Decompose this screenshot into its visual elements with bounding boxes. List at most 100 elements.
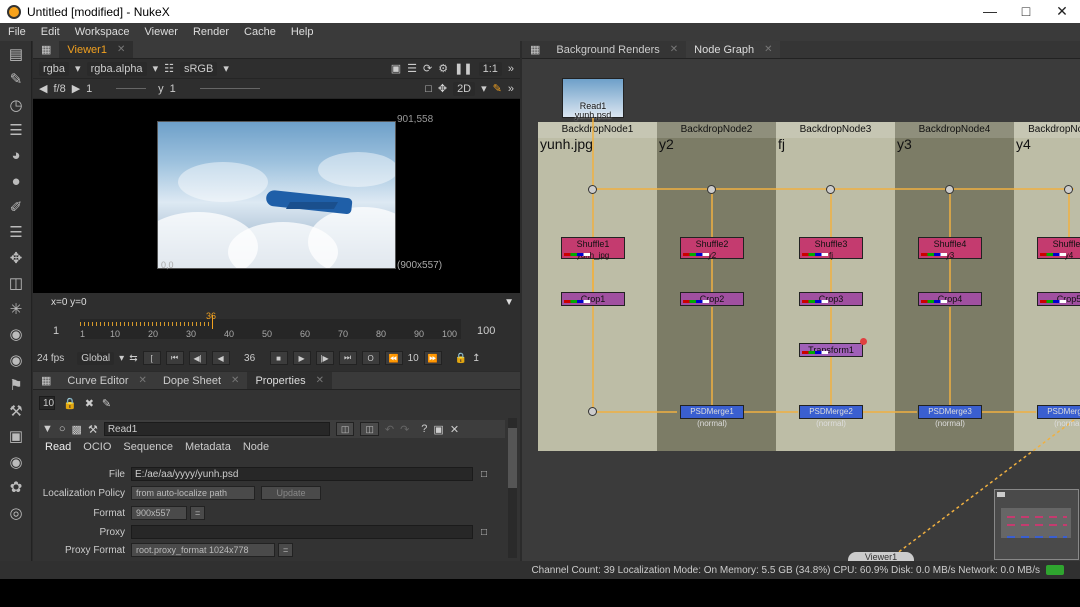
draw-tools-icon[interactable]: ✎ bbox=[0, 67, 32, 93]
tab-properties[interactable]: Properties ✕ bbox=[247, 372, 332, 389]
expand-icon[interactable]: » bbox=[508, 63, 514, 75]
plugins-tools-icon[interactable]: ◎ bbox=[0, 500, 32, 526]
info-dropdown-icon[interactable]: ▼ bbox=[504, 297, 514, 308]
menu-edit[interactable]: Edit bbox=[33, 26, 67, 38]
clear-panels-icon[interactable]: ✖ bbox=[85, 397, 94, 410]
tab-dope-sheet[interactable]: Dope Sheet ✕ bbox=[155, 372, 248, 389]
dot-node[interactable] bbox=[707, 185, 716, 194]
color-tools-icon[interactable]: ◕ bbox=[0, 143, 32, 169]
folder-icon[interactable]: □ bbox=[481, 527, 487, 538]
other-tools-icon[interactable]: ▣ bbox=[0, 424, 32, 450]
gamma-value[interactable]: 1 bbox=[170, 83, 194, 95]
close-panel-icon[interactable]: ✕ bbox=[450, 423, 459, 436]
dot-node[interactable] bbox=[826, 185, 835, 194]
close-tab-icon[interactable]: ✕ bbox=[139, 375, 147, 386]
last-frame-icon[interactable]: ⏭ bbox=[338, 351, 357, 365]
localization-dropdown[interactable]: from auto-localize path bbox=[131, 486, 255, 500]
shuffle-node[interactable]: Shuffle5 y4 bbox=[1037, 237, 1080, 260]
proxy-path-field[interactable] bbox=[131, 525, 473, 539]
transform-handle-icon[interactable]: ✥ bbox=[438, 82, 447, 95]
color-icon[interactable]: ◫ bbox=[360, 422, 379, 436]
help-node-icon[interactable]: ○ bbox=[59, 423, 66, 435]
frame-field[interactable]: 36 bbox=[235, 353, 265, 364]
crop-node[interactable]: Crop3 bbox=[799, 292, 863, 306]
close-tab-icon[interactable]: ✕ bbox=[764, 44, 772, 55]
psdmerge-node[interactable]: PSDMerge1 (normal) bbox=[680, 405, 744, 428]
fps-field[interactable]: 24 fps bbox=[37, 353, 64, 364]
pane-menu-icon[interactable]: ▦ bbox=[522, 41, 548, 58]
help-icon[interactable]: ? bbox=[421, 423, 427, 435]
redo-icon[interactable]: ↷ bbox=[400, 423, 409, 436]
collapse-icon[interactable]: ▼ bbox=[42, 423, 53, 435]
shuffle-node[interactable]: Shuffle2 y2 bbox=[680, 237, 744, 260]
proxy-format-dropdown[interactable]: root.proxy_format 1024x778 bbox=[131, 543, 275, 557]
minimize-icon[interactable]: — bbox=[972, 3, 1008, 20]
out-point-icon[interactable]: O bbox=[361, 351, 380, 365]
deep-tools-icon[interactable]: ◉ bbox=[0, 322, 32, 348]
dot-node[interactable] bbox=[588, 185, 597, 194]
float-icon[interactable]: ▣ bbox=[433, 423, 443, 436]
refresh-icon[interactable]: ⟳ bbox=[423, 62, 432, 75]
first-frame-icon[interactable]: ⏮ bbox=[165, 351, 184, 365]
tab-viewer1[interactable]: Viewer1 ✕ bbox=[59, 41, 134, 58]
close-icon[interactable]: ✕ bbox=[1044, 3, 1080, 20]
crop-node[interactable]: Crop2 bbox=[680, 292, 744, 306]
menu-viewer[interactable]: Viewer bbox=[137, 26, 185, 38]
menu-file[interactable]: File bbox=[0, 26, 33, 38]
menu-cache[interactable]: Cache bbox=[236, 26, 283, 38]
edit-icon[interactable]: ✎ bbox=[102, 397, 111, 410]
file-path-field[interactable]: E:/ae/aa/yyyy/yunh.psd bbox=[131, 467, 473, 481]
loop-icon[interactable]: ⇆ bbox=[129, 353, 137, 364]
furnace-tools-icon[interactable]: ◉ bbox=[0, 449, 32, 475]
prev-keyframe-icon[interactable]: ◀| bbox=[188, 351, 207, 365]
skip-back-icon[interactable]: ⏪ bbox=[384, 351, 403, 365]
pane-menu-icon[interactable]: ▦ bbox=[33, 372, 59, 389]
maximize-icon[interactable]: □ bbox=[1008, 3, 1044, 20]
tab-metadata[interactable]: Metadata bbox=[185, 441, 231, 453]
next-keyframe-icon[interactable]: |▶ bbox=[315, 351, 334, 365]
shuffle-node[interactable]: Shuffle4 y3 bbox=[918, 237, 982, 260]
gamma-slider[interactable] bbox=[199, 88, 260, 89]
properties-scrollbar[interactable] bbox=[508, 418, 517, 558]
pause-icon[interactable]: ❚❚ bbox=[454, 62, 472, 75]
tab-read[interactable]: Read bbox=[45, 441, 71, 453]
fstop-left-icon[interactable]: ◀ bbox=[39, 82, 47, 95]
export-icon[interactable]: ↥ bbox=[472, 353, 480, 364]
tab-curve-editor[interactable]: Curve Editor ✕ bbox=[59, 372, 155, 389]
gain-slider[interactable] bbox=[116, 88, 147, 89]
settings-icon[interactable]: ⚙ bbox=[438, 62, 448, 75]
psdmerge-node[interactable]: PSDMerge3 (normal) bbox=[918, 405, 982, 428]
close-tab-icon[interactable]: ✕ bbox=[231, 375, 239, 386]
fstop-right-icon[interactable]: ▶ bbox=[72, 82, 80, 95]
particles-tools-icon[interactable]: ✳ bbox=[0, 296, 32, 322]
colorspace-dropdown[interactable]: sRGB bbox=[179, 61, 218, 76]
tab-node[interactable]: Node bbox=[243, 441, 269, 453]
image-tools-icon[interactable]: ▤ bbox=[0, 41, 32, 67]
3d-tools-icon[interactable]: ◫ bbox=[0, 271, 32, 297]
tab-background-renders[interactable]: Background Renders ✕ bbox=[548, 41, 686, 58]
shuffle-node[interactable]: Shuffle3 fj bbox=[799, 237, 863, 260]
close-tab-icon[interactable]: ✕ bbox=[316, 375, 324, 386]
close-tab-icon[interactable]: ✕ bbox=[117, 44, 125, 55]
psdmerge-node[interactable]: PSDMerge4 (normal) bbox=[1037, 405, 1080, 428]
node-graph-canvas[interactable]: BackdropNode1 yunh.jpg BackdropNode2 y2 … bbox=[522, 59, 1080, 561]
transform-node[interactable]: Transform1 bbox=[799, 343, 863, 357]
dot-node[interactable] bbox=[1064, 185, 1073, 194]
increment-field[interactable]: 10 bbox=[408, 353, 419, 364]
list-icon[interactable]: ☰ bbox=[407, 62, 417, 75]
proxy-format-edit-icon[interactable]: = bbox=[278, 543, 294, 557]
keyer-tools-icon[interactable]: ✐ bbox=[0, 194, 32, 220]
crop-node[interactable]: Crop4 bbox=[918, 292, 982, 306]
timeline-start[interactable]: 1 bbox=[53, 325, 59, 337]
format-dropdown[interactable]: 900x557 bbox=[131, 506, 187, 520]
filter-tools-icon[interactable]: ● bbox=[0, 169, 32, 195]
range-dropdown[interactable]: Global bbox=[77, 351, 115, 365]
menu-render[interactable]: Render bbox=[185, 26, 236, 38]
in-point-icon[interactable]: [ bbox=[142, 351, 161, 365]
metadata-tools-icon[interactable]: ⚑ bbox=[0, 373, 32, 399]
play-backward-icon[interactable]: ◀ bbox=[211, 351, 230, 365]
roi-icon[interactable]: □ bbox=[425, 83, 432, 95]
alpha-dropdown[interactable]: rgba.alpha bbox=[86, 61, 147, 76]
node-name-field[interactable]: Read1 bbox=[103, 422, 330, 436]
stop-icon[interactable]: ■ bbox=[269, 351, 288, 365]
